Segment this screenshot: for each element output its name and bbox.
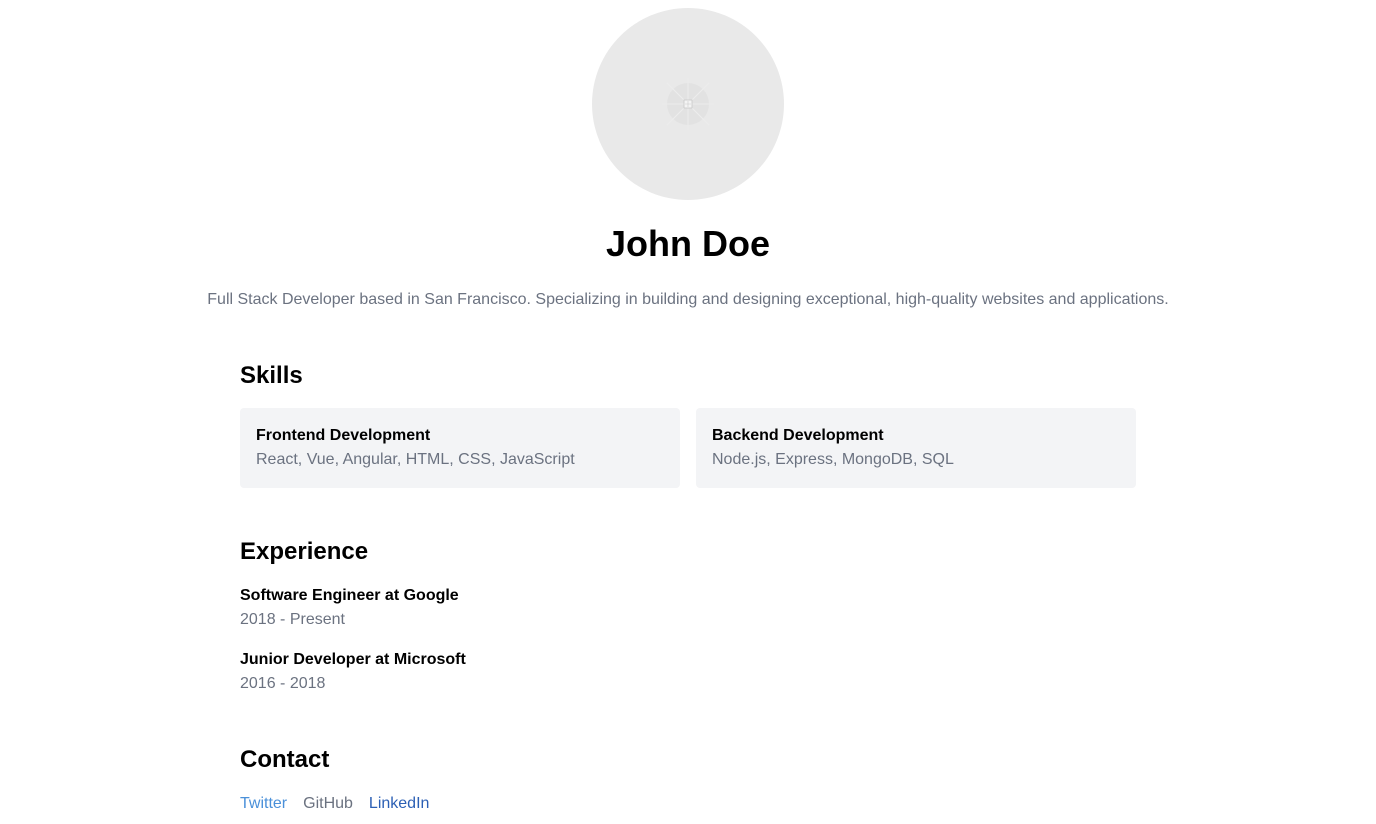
experience-dates: 2018 - Present	[240, 611, 345, 628]
image-placeholder-icon	[662, 78, 714, 130]
experience-dates: 2016 - 2018	[240, 675, 326, 692]
contact-links: Twitter GitHub LinkedIn	[240, 793, 429, 815]
contact-heading: Contact	[240, 746, 330, 773]
profile-page: John Doe Full Stack Developer based in S…	[0, 0, 1376, 824]
twitter-link[interactable]: Twitter	[240, 793, 287, 815]
profile-name: John Doe	[605, 223, 770, 264]
skill-description: React, Vue, Angular, HTML, CSS, JavaScri…	[256, 451, 575, 468]
experience-item-google: Software Engineer at Google 2018 - Prese…	[240, 585, 840, 631]
skill-card-backend: Backend Development Node.js, Express, Mo…	[696, 408, 1136, 488]
avatar	[592, 8, 784, 200]
skill-title: Backend Development	[712, 427, 884, 444]
linkedin-link[interactable]: LinkedIn	[369, 793, 430, 815]
skill-title: Frontend Development	[256, 427, 431, 444]
profile-bio: Full Stack Developer based in San Franci…	[207, 291, 1169, 308]
experience-item-microsoft: Junior Developer at Microsoft 2016 - 201…	[240, 649, 840, 695]
github-link[interactable]: GitHub	[303, 793, 353, 815]
experience-role: Software Engineer at Google	[240, 587, 459, 604]
skill-card-frontend: Frontend Development React, Vue, Angular…	[240, 408, 680, 488]
skill-description: Node.js, Express, MongoDB, SQL	[712, 451, 954, 468]
experience-heading: Experience	[240, 538, 369, 565]
skills-heading: Skills	[240, 362, 303, 389]
experience-role: Junior Developer at Microsoft	[240, 651, 466, 668]
